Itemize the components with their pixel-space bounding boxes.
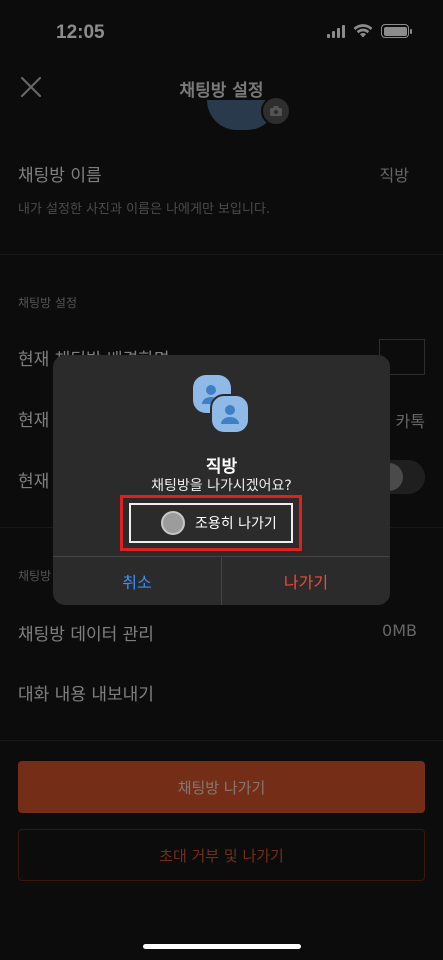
dialog-message: 채팅방을 나가시겠어요? [151,478,292,494]
home-indicator[interactable] [143,944,301,949]
silent-leave-option[interactable]: 조용히 나가기 [129,503,293,543]
dialog-title: 직방 [205,457,238,477]
cancel-button[interactable]: 취소 [53,556,221,605]
radio-button[interactable] [161,511,185,535]
confirm-leave-button[interactable]: 나가기 [222,556,390,605]
chat-group-icon [193,375,250,434]
leave-dialog: 직방 채팅방을 나가시겠어요? 조용히 나가기 취소 나가기 [53,355,390,605]
silent-leave-label: 조용히 나가기 [195,516,277,532]
